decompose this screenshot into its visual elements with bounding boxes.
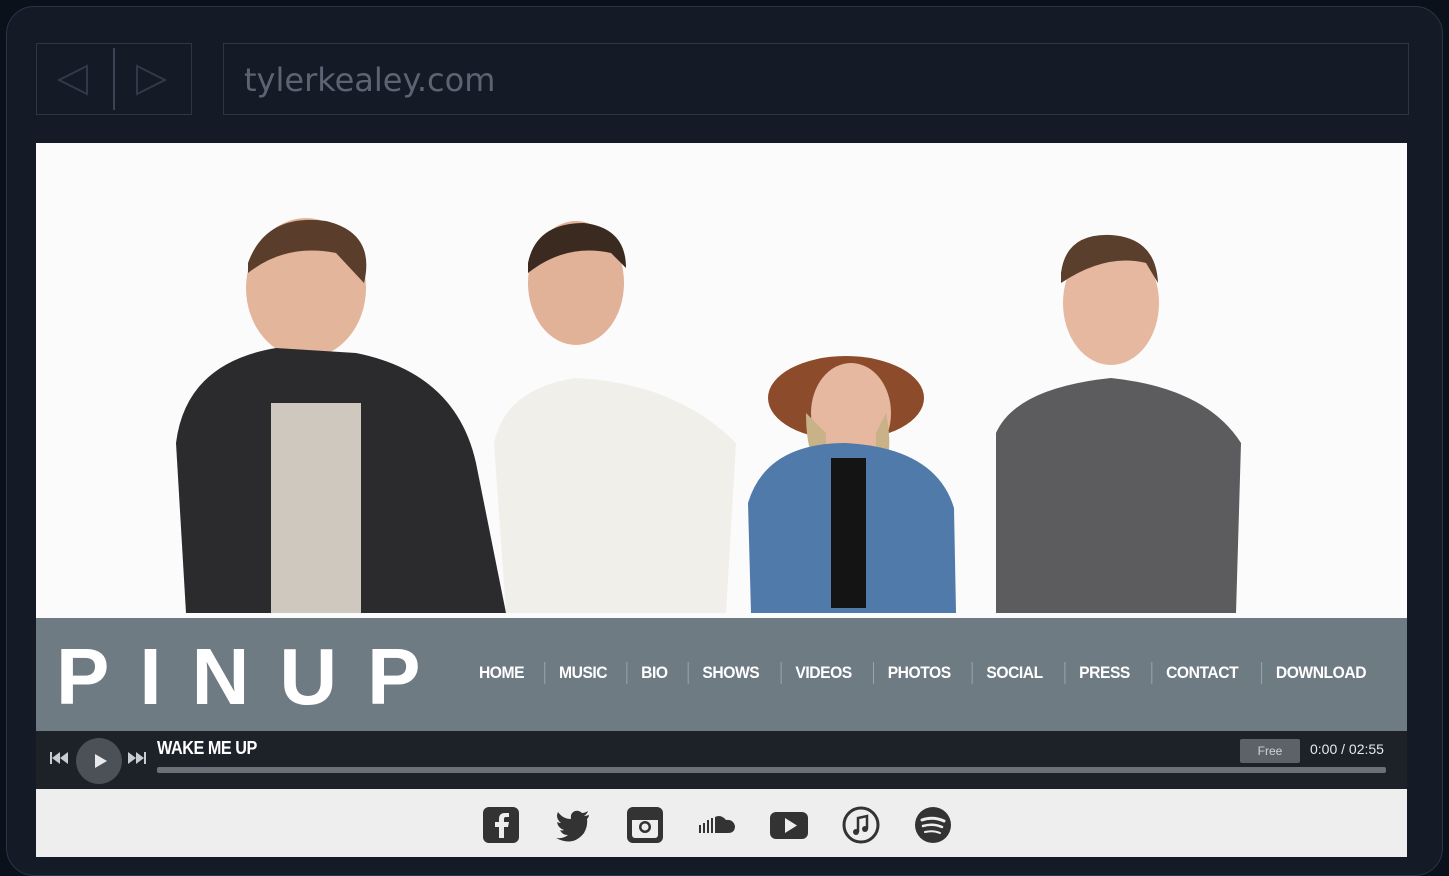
nav-social[interactable]: SOCIAL	[971, 662, 1057, 684]
nav-contact[interactable]: CONTACT	[1151, 662, 1252, 684]
youtube-icon[interactable]	[769, 805, 809, 845]
site-logo[interactable]: PINUP	[56, 632, 451, 722]
nav-shows[interactable]: SHOWS	[687, 662, 773, 684]
web-page: PINUP HOME MUSIC BIO SHOWS VIDEOS PHOTOS…	[36, 143, 1407, 857]
header-band: PINUP HOME MUSIC BIO SHOWS VIDEOS PHOTOS…	[36, 618, 1407, 731]
nav-bio[interactable]: BIO	[626, 662, 681, 684]
nav-download[interactable]: DOWNLOAD	[1261, 662, 1380, 684]
nav-press[interactable]: PRESS	[1063, 662, 1143, 684]
twitter-icon[interactable]	[553, 805, 593, 845]
social-links-bar	[36, 789, 1407, 857]
url-input[interactable]	[242, 56, 1146, 104]
nav-photos[interactable]: PHOTOS	[872, 662, 965, 684]
music-note-icon[interactable]	[841, 805, 881, 845]
spotify-icon[interactable]	[913, 805, 953, 845]
back-arrow-icon[interactable]	[55, 64, 91, 96]
track-time: 0:00 / 02:55	[1310, 741, 1384, 757]
play-icon	[95, 754, 107, 768]
nav-home[interactable]: HOME	[465, 662, 538, 684]
nav-videos[interactable]: VIDEOS	[780, 662, 865, 684]
nav-music[interactable]: MUSIC	[544, 662, 621, 684]
track-title: WAKE ME UP	[157, 738, 257, 758]
play-button[interactable]	[76, 738, 122, 784]
address-bar[interactable]	[223, 43, 1409, 115]
previous-track-icon[interactable]	[50, 751, 68, 765]
facebook-icon[interactable]	[481, 805, 521, 845]
audio-player: WAKE ME UP Free 0:00 / 02:55	[36, 731, 1407, 789]
browser-nav-buttons	[36, 43, 192, 115]
instagram-icon[interactable]	[625, 805, 665, 845]
free-download-button[interactable]: Free	[1240, 739, 1300, 763]
forward-arrow-icon[interactable]	[133, 64, 169, 96]
soundcloud-icon[interactable]	[697, 805, 737, 845]
nav-divider	[113, 48, 115, 110]
main-navigation: HOME MUSIC BIO SHOWS VIDEOS PHOTOS SOCIA…	[462, 662, 1385, 684]
progress-bar[interactable]	[157, 767, 1386, 773]
next-track-icon[interactable]	[128, 751, 146, 765]
